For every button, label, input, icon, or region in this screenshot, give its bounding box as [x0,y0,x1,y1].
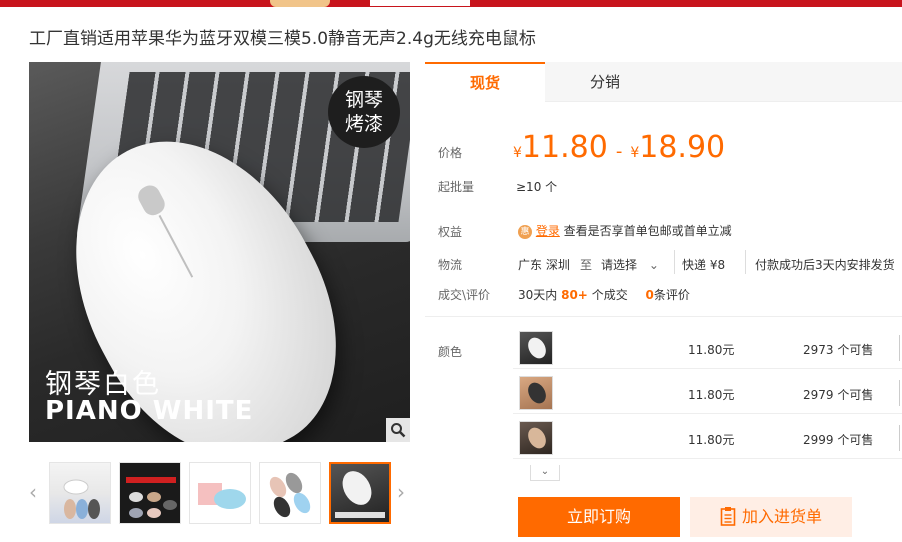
mouse-seam [158,214,194,278]
express-fee: 快递 ¥8 [682,258,726,272]
price-label: 价格 [438,146,463,160]
shipping-promise: 付款成功后3天内安排发货 [755,258,895,272]
thumb-next-icon[interactable]: › [397,480,405,504]
variant-thumb-white[interactable] [519,331,553,365]
benefits-label: 权益 [438,225,463,239]
finish-badge-line1: 钢琴 [344,89,383,111]
thumbnail-2[interactable] [119,462,181,524]
deals-label: 成交\评价 [438,288,491,302]
deals-unit: 个成交 [591,288,628,302]
variant-price: 11.80元 [688,343,735,357]
tab-spot[interactable]: 现货 [425,62,545,102]
banner-gap [370,0,470,6]
reviews-count[interactable]: 0 [646,288,654,302]
image-caption-en: PIANO WHITE [45,396,254,426]
thumbnail-5[interactable] [329,462,391,524]
banner-badge [270,0,330,7]
add-to-purchase-list-label: 加入进货单 [741,507,822,526]
thumbnail-4[interactable] [259,462,321,524]
variant-thumb-gold[interactable] [519,421,553,455]
destination-select[interactable]: 请选择 ⌄ [601,256,659,273]
variant-stock: 2979 个可售 [803,388,874,402]
thumbnail-3[interactable] [189,462,251,524]
top-banner-strip [0,0,902,7]
benefits-row: 惠 登录 查看是否享首单包邮或首单立减 [518,222,732,239]
currency-symbol: ¥ [513,145,522,161]
thumbnail-strip: ‹ › [29,458,413,528]
main-product-image[interactable]: 钢琴 烤漆 钢琴白色 PIANO WHITE [29,62,410,442]
deals-row: 30天内 80+ 个成交 0条评价 [518,286,690,303]
ship-from: 广东 深圳 [518,258,570,272]
offer-tabs: 现货 分销 [425,62,902,102]
price-range: ¥11.80- ¥18.90 [513,130,725,165]
deals-count[interactable]: 80+ [561,288,588,302]
currency-symbol: ¥ [630,145,640,161]
order-now-button[interactable]: 立即订购 [518,497,680,537]
variant-stock: 2999 个可售 [803,433,874,447]
deals-prefix: 30天内 [518,288,558,302]
variant-row[interactable]: 11.80元 2979 个可售 [513,372,902,414]
variant-row[interactable]: 11.80元 2973 个可售 [513,327,902,369]
login-link[interactable]: 登录 [536,224,560,238]
finish-badge: 钢琴 烤漆 [328,76,400,148]
section-divider [425,316,902,317]
variant-price: 11.80元 [688,433,735,447]
logistics-divider [674,250,675,274]
thumb-prev-icon[interactable]: ‹ [29,480,37,504]
benefits-text: 查看是否享首单包邮或首单立减 [563,224,732,238]
logistics-divider [745,250,746,274]
clipboard-icon [720,507,736,526]
price-low: 11.80 [521,130,608,165]
product-title: 工厂直销适用苹果华为蓝牙双模三模5.0静音无声2.4g无线充电鼠标 [29,29,536,49]
price-high: 18.90 [639,130,726,165]
add-to-purchase-list-button[interactable]: 加入进货单 [690,497,852,537]
destination-select-text: 请选择 [601,258,638,272]
variant-price: 11.80元 [688,388,735,402]
chevron-down-icon: ⌄ [648,258,659,272]
ship-to-word: 至 [580,258,593,272]
expand-variants-chevron-icon[interactable]: ⌄ [530,465,560,481]
tab-distribution[interactable]: 分销 [545,62,665,102]
finish-badge-line2: 烤漆 [344,113,383,135]
mouse-wheel [134,181,169,219]
variant-row[interactable]: 11.80元 2999 个可售 [513,417,902,459]
reviews-unit: 条评价 [653,288,690,302]
variant-stock: 2973 个可售 [803,343,874,357]
price-separator: - [615,141,623,162]
color-label: 颜色 [438,345,463,359]
zoom-icon[interactable] [386,418,410,442]
benefit-icon: 惠 [518,224,532,239]
logistics-label: 物流 [438,258,463,272]
variant-thumb-black[interactable] [519,376,553,410]
thumbnail-1[interactable] [49,462,111,524]
moq-value: ≥10 个 [516,180,558,194]
moq-label: 起批量 [438,180,475,194]
